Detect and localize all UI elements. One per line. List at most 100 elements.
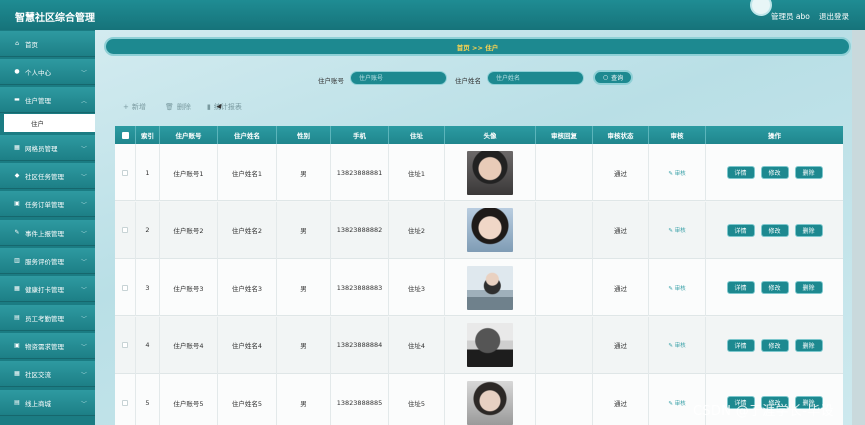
sidebar-item[interactable]: ▣ 物资需求管理 ﹀ xyxy=(0,333,95,359)
chevron-down-icon: ﹀ xyxy=(80,372,87,379)
operations-cell: 详情 修改 删除 xyxy=(706,144,843,201)
sidebar-item-label: 员工考勤管理 xyxy=(25,314,64,323)
avatar-cell xyxy=(445,374,536,425)
sidebar-item[interactable]: ▤ 线上商城 ﹀ xyxy=(0,390,95,416)
chevron-down-icon: ﹀ xyxy=(80,259,87,266)
sidebar: ⌂ 首页 ● 个人中心 ﹀ ▬ 住户管理 ︿ ▦ 网格员管理 ﹀ ◆ 社区任务管理 ﹀ ▣ 任务订单管理 ﹀ ✎ 事… xyxy=(0,30,95,425)
audit-link[interactable]: ✎ 审核 xyxy=(668,169,685,177)
admin-name: 管理员 abo xyxy=(771,12,810,21)
cell-phone: 13823888882 xyxy=(331,201,389,259)
avatar-cell xyxy=(445,144,536,201)
logout-link[interactable]: 退出登录 xyxy=(819,11,849,22)
edit-button[interactable]: 修改 xyxy=(760,338,789,352)
sidebar-item[interactable]: ▣ 任务订单管理 ﹀ xyxy=(0,191,95,217)
resident-table: 索引 住户账号 住户姓名 性别 手机 住址 头像 审核回复 审核状态 审核 操作… xyxy=(115,126,843,425)
sidebar-item[interactable]: ⌂ 首页 xyxy=(0,31,95,57)
row-checkbox[interactable] xyxy=(122,169,128,176)
audit-link-label: 审核 xyxy=(674,170,686,177)
delete-row-button[interactable]: 删除 xyxy=(794,166,823,179)
delete-button[interactable]: 🗑 删除 xyxy=(165,102,191,112)
select-cell xyxy=(115,374,136,425)
cell-address: 住址4 xyxy=(389,316,445,374)
cell-account: 住户账号4 xyxy=(160,316,218,374)
query-button[interactable]: ○ 查询 xyxy=(593,70,633,85)
name-search-input[interactable] xyxy=(487,71,584,85)
chevron-down-icon: ﹀ xyxy=(80,174,87,181)
select-cell xyxy=(115,316,136,374)
audit-link[interactable]: ✎ 审核 xyxy=(668,226,685,234)
sidebar-item[interactable]: ◆ 社区任务管理 ﹀ xyxy=(0,163,95,189)
add-button[interactable]: + 新增 xyxy=(123,102,146,112)
operations-cell: 详情 修改 删除 xyxy=(706,259,843,316)
avatar[interactable] xyxy=(750,0,772,16)
audit-link[interactable]: ✎ 审核 xyxy=(668,399,685,407)
detail-button[interactable]: 详情 xyxy=(726,166,755,179)
sidebar-item[interactable]: ✎ 事件上报管理 ﹀ xyxy=(0,220,95,246)
detail-button[interactable]: 详情 xyxy=(726,281,755,294)
column-header: 住户姓名 xyxy=(218,126,277,144)
edit-button[interactable]: 修改 xyxy=(760,166,789,179)
grid-icon: ▦ xyxy=(14,144,20,151)
sidebar-item[interactable]: ▦ 社区交流 ﹀ xyxy=(0,361,95,387)
bar-chart-icon: ▮ xyxy=(207,103,211,111)
audit-cell: ✎ 审核 xyxy=(649,316,706,374)
cell-index: 1 xyxy=(136,144,160,201)
delete-row-button[interactable]: 删除 xyxy=(794,281,823,294)
task-icon: ◆ xyxy=(14,172,20,179)
row-checkbox[interactable] xyxy=(122,284,128,291)
row-checkbox[interactable] xyxy=(122,342,128,348)
audit-link-label: 审核 xyxy=(674,400,686,407)
sidebar-item[interactable]: ● 个人中心 ﹀ xyxy=(0,59,95,85)
edit-button[interactable]: 修改 xyxy=(760,281,789,294)
edit-button[interactable]: 修改 xyxy=(760,223,789,237)
stats-report-button[interactable]: ▮ 统计报表 xyxy=(207,102,242,112)
chevron-down-icon: ﹀ xyxy=(80,287,87,294)
select-all-checkbox[interactable] xyxy=(121,131,129,139)
audit-link-label: 审核 xyxy=(674,285,686,292)
resident-photo xyxy=(467,265,513,310)
resident-photo xyxy=(467,380,513,425)
operations-cell: 详情 修改 删除 xyxy=(706,317,843,374)
cell-index: 5 xyxy=(136,374,160,425)
sidebar-item[interactable]: ▤ 员工考勤管理 ﹀ xyxy=(0,305,95,331)
cell-index: 3 xyxy=(136,259,160,316)
detail-button[interactable]: 详情 xyxy=(726,223,755,237)
search-icon: ○ xyxy=(602,74,609,81)
health-icon: ▦ xyxy=(14,285,20,292)
audit-cell: ✎ 审核 xyxy=(649,259,706,316)
row-checkbox[interactable] xyxy=(122,227,128,233)
table-row: 2 住户账号2 住户姓名2 男 13823888882 住址2 通过 ✎ 审核 详情 修改 删除 xyxy=(115,201,843,259)
table-row: 3 住户账号3 住户姓名3 男 13823888883 住址3 通过 ✎ 审核 详情 修改 删除 xyxy=(115,259,843,316)
account-search-input[interactable] xyxy=(350,71,447,85)
avatar-cell xyxy=(445,259,536,316)
delete-row-button[interactable]: 删除 xyxy=(794,223,823,237)
column-header: 手机 xyxy=(331,126,389,144)
cell-status: 通过 xyxy=(593,144,649,201)
sidebar-subitem-resident[interactable]: 住户 xyxy=(4,114,95,132)
chevron-down-icon: ﹀ xyxy=(80,70,87,77)
select-cell xyxy=(115,201,136,259)
avatar-cell xyxy=(445,201,536,259)
delete-row-button[interactable]: 删除 xyxy=(794,338,823,352)
sidebar-item[interactable]: ▥ 服务评价管理 ﹀ xyxy=(0,248,95,274)
sidebar-item[interactable]: ▦ 健康打卡管理 ﹀ xyxy=(0,276,95,302)
cell-reply xyxy=(536,201,593,259)
sidebar-item-label: 线上商城 xyxy=(25,399,51,408)
sidebar-item[interactable]: ▦ 网格员管理 ﹀ xyxy=(0,135,95,161)
name-label: 住户姓名 xyxy=(455,77,481,85)
add-button-label: 新增 xyxy=(131,103,146,111)
audit-link[interactable]: ✎ 审核 xyxy=(668,341,685,349)
audit-link[interactable]: ✎ 审核 xyxy=(668,284,685,292)
sidebar-item-label: 物资需求管理 xyxy=(25,342,64,351)
cell-address: 住址3 xyxy=(389,259,445,316)
cell-reply xyxy=(536,374,593,425)
resident-photo xyxy=(467,323,513,367)
sidebar-item[interactable]: ▬ 住户管理 ︿ xyxy=(0,87,95,113)
row-checkbox[interactable] xyxy=(122,399,128,406)
page-scrollbar[interactable] xyxy=(852,30,865,425)
cell-gender: 男 xyxy=(277,201,331,259)
column-header: 住户账号 xyxy=(160,126,218,144)
chevron-up-icon: ︿ xyxy=(80,98,87,105)
resident-photo xyxy=(467,150,513,195)
detail-button[interactable]: 详情 xyxy=(726,338,755,352)
